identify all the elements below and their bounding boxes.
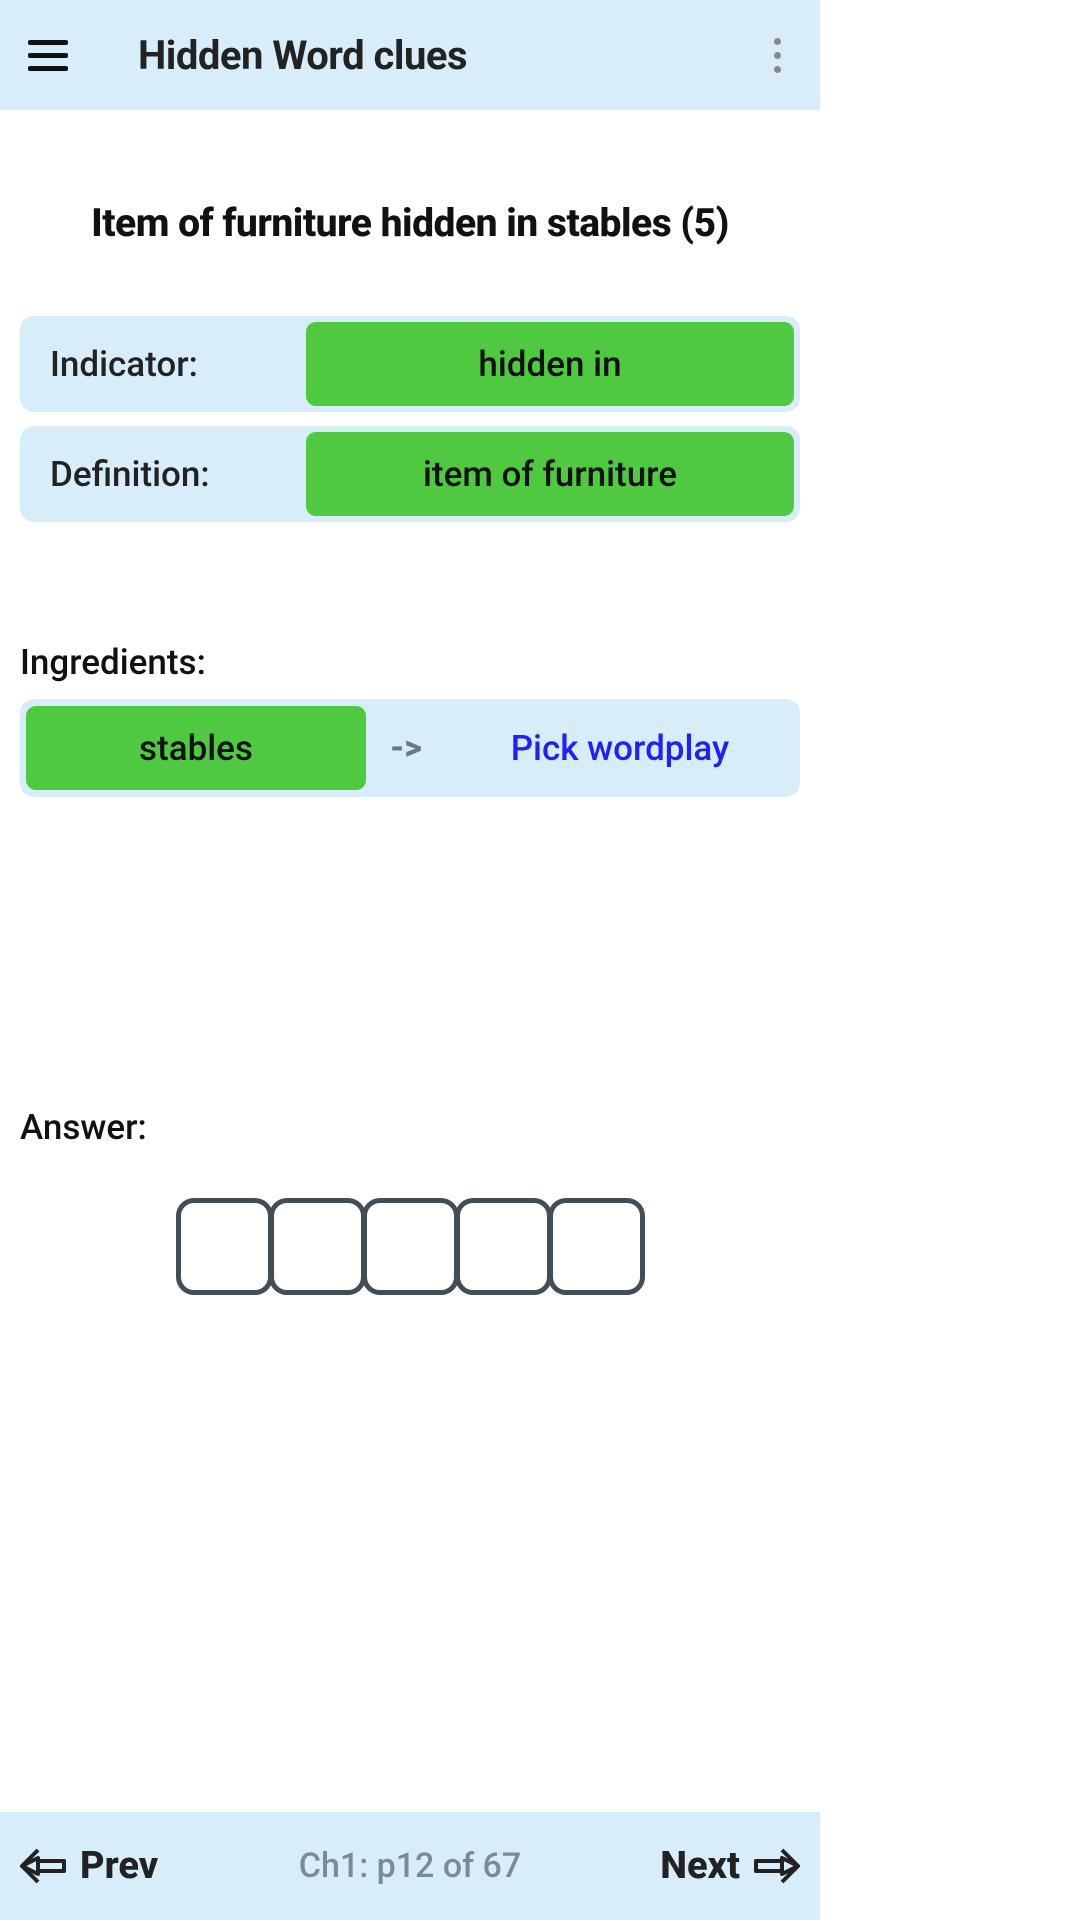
answer-boxes xyxy=(20,1198,800,1295)
answer-letter-box[interactable] xyxy=(176,1198,273,1295)
definition-row: Definition: item of furniture xyxy=(20,426,800,522)
definition-value[interactable]: item of furniture xyxy=(306,432,794,516)
ingredient-chip[interactable]: stables xyxy=(26,706,366,790)
bottom-nav: Prev Ch1: p12 of 67 Next xyxy=(0,1812,820,1920)
answer-label: Answer: xyxy=(20,1107,800,1148)
ingredients-label: Ingredients: xyxy=(20,642,800,683)
pick-wordplay-button[interactable]: Pick wordplay xyxy=(446,728,794,769)
answer-letter-box[interactable] xyxy=(362,1198,459,1295)
page-indicator: Ch1: p12 of 67 xyxy=(299,1846,521,1886)
clue-text: Item of furniture hidden in stables (5) xyxy=(20,110,800,316)
indicator-row: Indicator: hidden in xyxy=(20,316,800,412)
more-options-icon[interactable] xyxy=(762,35,792,75)
indicator-value[interactable]: hidden in xyxy=(306,322,794,406)
hamburger-menu-icon[interactable] xyxy=(28,35,68,75)
prev-button[interactable]: Prev xyxy=(20,1844,158,1888)
answer-letter-box[interactable] xyxy=(548,1198,645,1295)
next-button[interactable]: Next xyxy=(660,1844,800,1888)
ingredients-row: stables -> Pick wordplay xyxy=(20,699,800,797)
answer-letter-box[interactable] xyxy=(455,1198,552,1295)
definition-label: Definition: xyxy=(26,454,306,495)
arrow-right-icon: -> xyxy=(366,728,446,768)
prev-label: Prev xyxy=(80,1844,158,1888)
page-title: Hidden Word clues xyxy=(138,32,467,79)
next-label: Next xyxy=(660,1844,740,1888)
arrow-right-icon xyxy=(754,1848,800,1884)
app-header: Hidden Word clues xyxy=(0,0,820,110)
indicator-label: Indicator: xyxy=(26,344,306,385)
arrow-left-icon xyxy=(20,1848,66,1884)
answer-letter-box[interactable] xyxy=(269,1198,366,1295)
main-content: Item of furniture hidden in stables (5) … xyxy=(0,110,820,1295)
